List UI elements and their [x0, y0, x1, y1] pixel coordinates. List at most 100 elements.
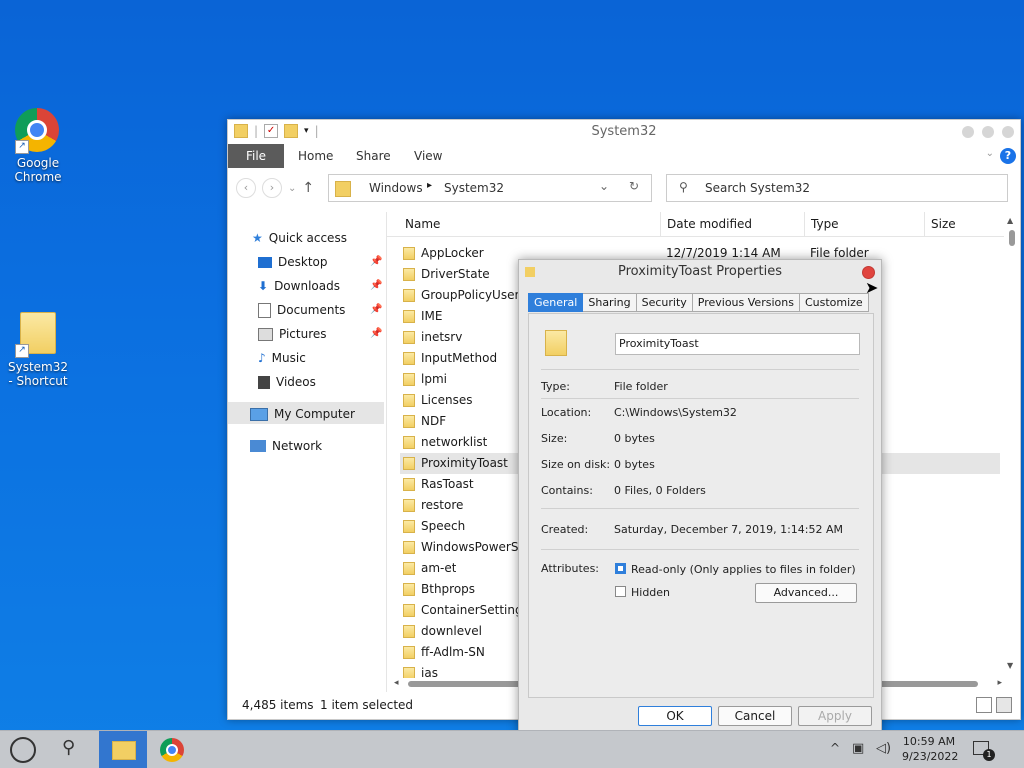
properties-dialog: ProximityToast Properties ➤ General Shar… [518, 259, 882, 736]
size-on-disk-label: Size on disk: [541, 458, 611, 471]
advanced-button[interactable]: Advanced... [755, 583, 857, 603]
folder-icon [403, 310, 415, 323]
readonly-checkbox[interactable] [615, 563, 626, 574]
folder-icon [403, 499, 415, 512]
table-row[interactable]: am-et [403, 558, 456, 579]
folder-icon [403, 583, 415, 596]
details-view-icon[interactable] [976, 697, 992, 713]
table-row[interactable]: restore [403, 495, 463, 516]
desktop-icon-label: Google Chrome [14, 156, 62, 184]
table-row[interactable]: Speech [403, 516, 465, 537]
divider [541, 549, 859, 550]
folder-icon [403, 394, 415, 407]
folder-icon [545, 330, 567, 356]
file-name: downlevel [421, 624, 482, 638]
created-label: Created: [541, 523, 589, 536]
tab-customize[interactable]: Customize [799, 293, 869, 312]
divider [541, 508, 859, 509]
chrome-icon[interactable] [160, 738, 184, 762]
table-row[interactable]: ContainerSettings [403, 600, 519, 621]
location-label: Location: [541, 406, 592, 419]
table-row[interactable]: NDF [403, 411, 446, 432]
hidden-checkbox[interactable] [615, 586, 626, 597]
scroll-up-icon[interactable]: ▲ [1007, 216, 1013, 225]
file-name: ff-Adlm-SN [421, 645, 485, 659]
table-row[interactable]: Licenses [403, 390, 473, 411]
folder-icon [403, 436, 415, 449]
table-row[interactable]: downlevel [403, 621, 482, 642]
chevron-up-icon[interactable]: ^ [830, 741, 840, 755]
shortcut-arrow-icon: ↗ [15, 344, 29, 358]
table-row[interactable]: lpmi [403, 369, 447, 390]
large-icons-view-icon[interactable] [996, 697, 1012, 713]
clock-date: 9/23/2022 [902, 750, 959, 763]
folder-name-input[interactable]: ProximityToast [615, 333, 860, 355]
desktop-icon-system32-shortcut[interactable]: ↗ System32 - Shortcut [8, 312, 68, 388]
apply-button[interactable]: Apply [798, 706, 872, 726]
network-status-icon[interactable]: ▣ [852, 741, 864, 756]
clock[interactable]: 10:59 AM 9/23/2022 [902, 734, 959, 764]
desktop-icon-chrome[interactable]: ↗ Google Chrome [8, 108, 68, 184]
file-name: AppLocker [421, 246, 484, 260]
search-icon[interactable]: ⚲ [62, 737, 75, 758]
shortcut-arrow-icon: ↗ [15, 140, 29, 154]
file-name: ProximityToast [421, 456, 508, 470]
contains-label: Contains: [541, 484, 593, 497]
file-name: ias [421, 666, 438, 678]
type-label: Type: [541, 380, 570, 393]
table-row[interactable]: Bthprops [403, 579, 475, 600]
table-row[interactable]: networklist [403, 432, 487, 453]
folder-icon [403, 541, 415, 554]
table-row[interactable]: ff-Adlm-SN [403, 642, 485, 663]
scroll-thumb[interactable] [1009, 230, 1015, 246]
scroll-right-icon[interactable]: ▸ [997, 678, 1002, 688]
folder-icon [403, 520, 415, 533]
table-row[interactable]: InputMethod [403, 348, 497, 369]
size-value: 0 bytes [614, 432, 655, 445]
table-row[interactable]: DriverState [403, 264, 490, 285]
table-row[interactable]: ias [403, 663, 438, 678]
file-name: restore [421, 498, 464, 512]
volume-icon[interactable]: ◁) [876, 741, 891, 756]
dialog-title: ProximityToast Properties [618, 264, 782, 279]
general-panel: ProximityToast Type: File folder Locatio… [528, 313, 874, 698]
folder-icon [403, 331, 415, 344]
file-name: am-et [421, 561, 457, 575]
scroll-down-icon[interactable]: ▼ [1007, 661, 1013, 670]
table-row[interactable]: RasToast [403, 474, 474, 495]
table-row[interactable]: WindowsPowerSh [403, 537, 519, 558]
ok-button[interactable]: OK [638, 706, 712, 726]
desktop-icon-label: System32 - Shortcut [8, 360, 69, 388]
scroll-left-icon[interactable]: ◂ [394, 678, 399, 688]
chrome-icon: ↗ [15, 108, 61, 154]
folder-icon [403, 289, 415, 302]
file-name: networklist [421, 435, 488, 449]
tab-security[interactable]: Security [636, 293, 693, 312]
start-button[interactable] [10, 737, 36, 763]
folder-icon [403, 646, 415, 659]
table-row[interactable]: GroupPolicyUsers [403, 285, 519, 306]
contains-value: 0 Files, 0 Folders [614, 484, 706, 497]
location-value: C:\Windows\System32 [614, 406, 737, 419]
tab-previous-versions[interactable]: Previous Versions [692, 293, 800, 312]
folder-icon [403, 247, 415, 260]
tab-general[interactable]: General [528, 293, 584, 312]
table-row[interactable]: AppLocker [403, 243, 484, 264]
readonly-label: Read-only (Only applies to files in fold… [631, 563, 856, 576]
vertical-scrollbar[interactable]: ▲ ▼ [1007, 216, 1017, 670]
taskbar-explorer-button[interactable] [99, 731, 147, 768]
folder-icon [403, 373, 415, 386]
file-name: InputMethod [421, 351, 498, 365]
folder-icon [403, 415, 415, 428]
tab-sharing[interactable]: Sharing [583, 293, 637, 312]
size-on-disk-value: 0 bytes [614, 458, 655, 471]
file-name: DriverState [421, 267, 490, 281]
created-value: Saturday, December 7, 2019, 1:14:52 AM [614, 523, 843, 536]
file-name: Bthprops [421, 582, 476, 596]
table-row[interactable]: inetsrv [403, 327, 462, 348]
file-name: GroupPolicyUsers [421, 288, 519, 302]
table-row[interactable]: ProximityToast [403, 453, 508, 474]
table-row[interactable]: IME [403, 306, 442, 327]
cancel-button[interactable]: Cancel [718, 706, 792, 726]
clock-time: 10:59 AM [902, 735, 956, 748]
